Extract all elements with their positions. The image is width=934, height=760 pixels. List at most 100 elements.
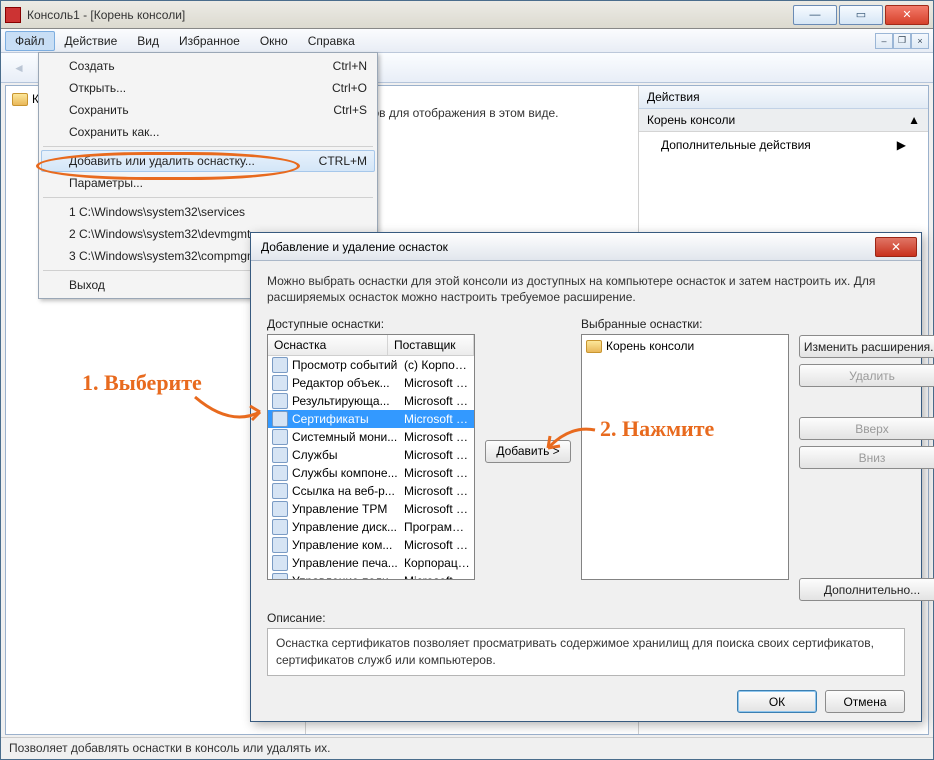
snapin-vendor: Microsoft C...	[404, 466, 470, 480]
menu-create[interactable]: СоздатьCtrl+N	[41, 55, 375, 77]
menu-save[interactable]: СохранитьCtrl+S	[41, 99, 375, 121]
snapin-row[interactable]: Сертификаты Microsoft C...	[268, 410, 474, 428]
snapin-name: Службы	[292, 448, 400, 462]
statusbar: Позволяет добавлять оснастки в консоль и…	[1, 737, 933, 759]
snapin-vendor: Программн...	[404, 520, 470, 534]
snapin-row[interactable]: Управление диск... Программн...	[268, 518, 474, 536]
snapin-icon	[272, 501, 288, 517]
menu-open[interactable]: Открыть...Ctrl+O	[41, 77, 375, 99]
snapin-name: Редактор объек...	[292, 376, 400, 390]
move-down-button[interactable]: Вниз	[799, 446, 934, 469]
snapin-icon	[272, 555, 288, 571]
snapin-vendor: Microsoft C...	[404, 430, 470, 444]
snapin-name: Управление поли...	[292, 574, 400, 579]
snapin-row[interactable]: Системный мони... Microsoft C...	[268, 428, 474, 446]
snapin-vendor: Microsoft C...	[404, 484, 470, 498]
snapin-name: Результирующа...	[292, 394, 400, 408]
folder-icon	[586, 340, 602, 353]
snapin-row[interactable]: Службы компоне...Microsoft C...	[268, 464, 474, 482]
menu-file[interactable]: Файл	[5, 31, 55, 51]
snapin-icon	[272, 357, 288, 373]
snapin-name: Сертификаты	[292, 412, 400, 426]
back-button[interactable]: ◄	[7, 56, 31, 80]
description-label: Описание:	[267, 611, 905, 625]
list-header[interactable]: Оснастка Поставщик	[268, 335, 474, 356]
folder-icon	[12, 93, 28, 106]
menu-window[interactable]: Окно	[250, 31, 298, 51]
menu-help[interactable]: Справка	[298, 31, 365, 51]
snapin-row[interactable]: Редактор объек... Microsoft C...	[268, 374, 474, 392]
snapin-row[interactable]: Ссылка на веб-р...Microsoft C...	[268, 482, 474, 500]
snapin-vendor: Microsoft C...	[404, 448, 470, 462]
mdi-restore[interactable]: ❐	[893, 33, 911, 49]
dialog-close-button[interactable]: ✕	[875, 237, 917, 257]
window-title: Консоль1 - [Корень консоли]	[27, 8, 793, 22]
add-button[interactable]: Добавить >	[485, 440, 571, 463]
description-box: Оснастка сертификатов позволяет просматр…	[267, 628, 905, 676]
snapin-row[interactable]: Управление поли... Microsoft C...	[268, 572, 474, 579]
menubar: Файл Действие Вид Избранное Окно Справка…	[1, 29, 933, 53]
collapse-icon: ▲	[908, 113, 920, 127]
move-up-button[interactable]: Вверх	[799, 417, 934, 440]
menu-options[interactable]: Параметры...	[41, 172, 375, 194]
snapin-vendor: Microsoft C...	[404, 376, 470, 390]
menu-recent-1[interactable]: 1 C:\Windows\system32\services	[41, 201, 375, 223]
col-vendor[interactable]: Поставщик	[388, 335, 474, 355]
ok-button[interactable]: ОК	[737, 690, 817, 713]
mdi-minimize[interactable]: –	[875, 33, 893, 49]
snapin-icon	[272, 519, 288, 535]
available-snapins-list[interactable]: Оснастка Поставщик Просмотр событий(c) К…	[267, 334, 475, 580]
selected-snapins-tree[interactable]: Корень консоли	[581, 334, 789, 580]
actions-header: Действия	[639, 86, 928, 109]
menu-view[interactable]: Вид	[127, 31, 169, 51]
actions-more-label: Дополнительные действия	[661, 138, 811, 152]
snapin-row[interactable]: Результирующа... Microsoft C...	[268, 392, 474, 410]
snapin-vendor: Microsoft C...	[404, 394, 470, 408]
snapin-row[interactable]: Управление TPM Microsoft C...	[268, 500, 474, 518]
snapin-row[interactable]: Управление печа... Корпораци...	[268, 554, 474, 572]
snapin-name: Управление диск...	[292, 520, 400, 534]
snapin-icon	[272, 465, 288, 481]
menu-add-remove-snapin[interactable]: Добавить или удалить оснастку...CTRL+M	[41, 150, 375, 172]
menu-favorites[interactable]: Избранное	[169, 31, 250, 51]
snapin-icon	[272, 537, 288, 553]
actions-more[interactable]: Дополнительные действия ▶	[639, 132, 928, 158]
snapin-vendor: Microsoft C...	[404, 574, 470, 579]
maximize-button[interactable]: ▭	[839, 5, 883, 25]
selected-label: Выбранные оснастки:	[581, 317, 789, 331]
snapin-name: Управление TPM	[292, 502, 400, 516]
chevron-right-icon: ▶	[897, 138, 906, 152]
col-snapin[interactable]: Оснастка	[268, 335, 388, 355]
main-titlebar[interactable]: Консоль1 - [Корень консоли] — ▭ ✕	[1, 1, 933, 29]
cancel-button[interactable]: Отмена	[825, 690, 905, 713]
snapin-name: Управление печа...	[292, 556, 400, 570]
dialog-titlebar[interactable]: Добавление и удаление оснасток ✕	[251, 233, 921, 261]
snapin-icon	[272, 429, 288, 445]
snapin-row[interactable]: Службы Microsoft C...	[268, 446, 474, 464]
status-text: Позволяет добавлять оснастки в консоль и…	[9, 741, 330, 755]
selected-root[interactable]: Корень консоли	[586, 339, 784, 353]
snapin-vendor: (c) Корпора...	[404, 358, 470, 372]
menu-save-as[interactable]: Сохранить как...	[41, 121, 375, 143]
actions-section-label: Корень консоли	[647, 113, 735, 127]
dialog-title: Добавление и удаление оснасток	[255, 240, 875, 254]
snapin-vendor: Microsoft C...	[404, 502, 470, 516]
remove-button[interactable]: Удалить	[799, 364, 934, 387]
close-button[interactable]: ✕	[885, 5, 929, 25]
snapin-row[interactable]: Управление ком...Microsoft C...	[268, 536, 474, 554]
snapin-icon	[272, 375, 288, 391]
advanced-button[interactable]: Дополнительно...	[799, 578, 934, 601]
snapin-row[interactable]: Просмотр событий(c) Корпора...	[268, 356, 474, 374]
actions-section[interactable]: Корень консоли ▲	[639, 109, 928, 132]
snapin-name: Системный мони...	[292, 430, 400, 444]
snapin-name: Управление ком...	[292, 538, 400, 552]
snapin-icon	[272, 411, 288, 427]
mdi-close[interactable]: ×	[911, 33, 929, 49]
available-label: Доступные оснастки:	[267, 317, 475, 331]
app-icon	[5, 7, 21, 23]
snapin-vendor: Microsoft C...	[404, 412, 470, 426]
edit-extensions-button[interactable]: Изменить расширения...	[799, 335, 934, 358]
menu-action[interactable]: Действие	[55, 31, 128, 51]
snapin-vendor: Корпораци...	[404, 556, 470, 570]
minimize-button[interactable]: —	[793, 5, 837, 25]
